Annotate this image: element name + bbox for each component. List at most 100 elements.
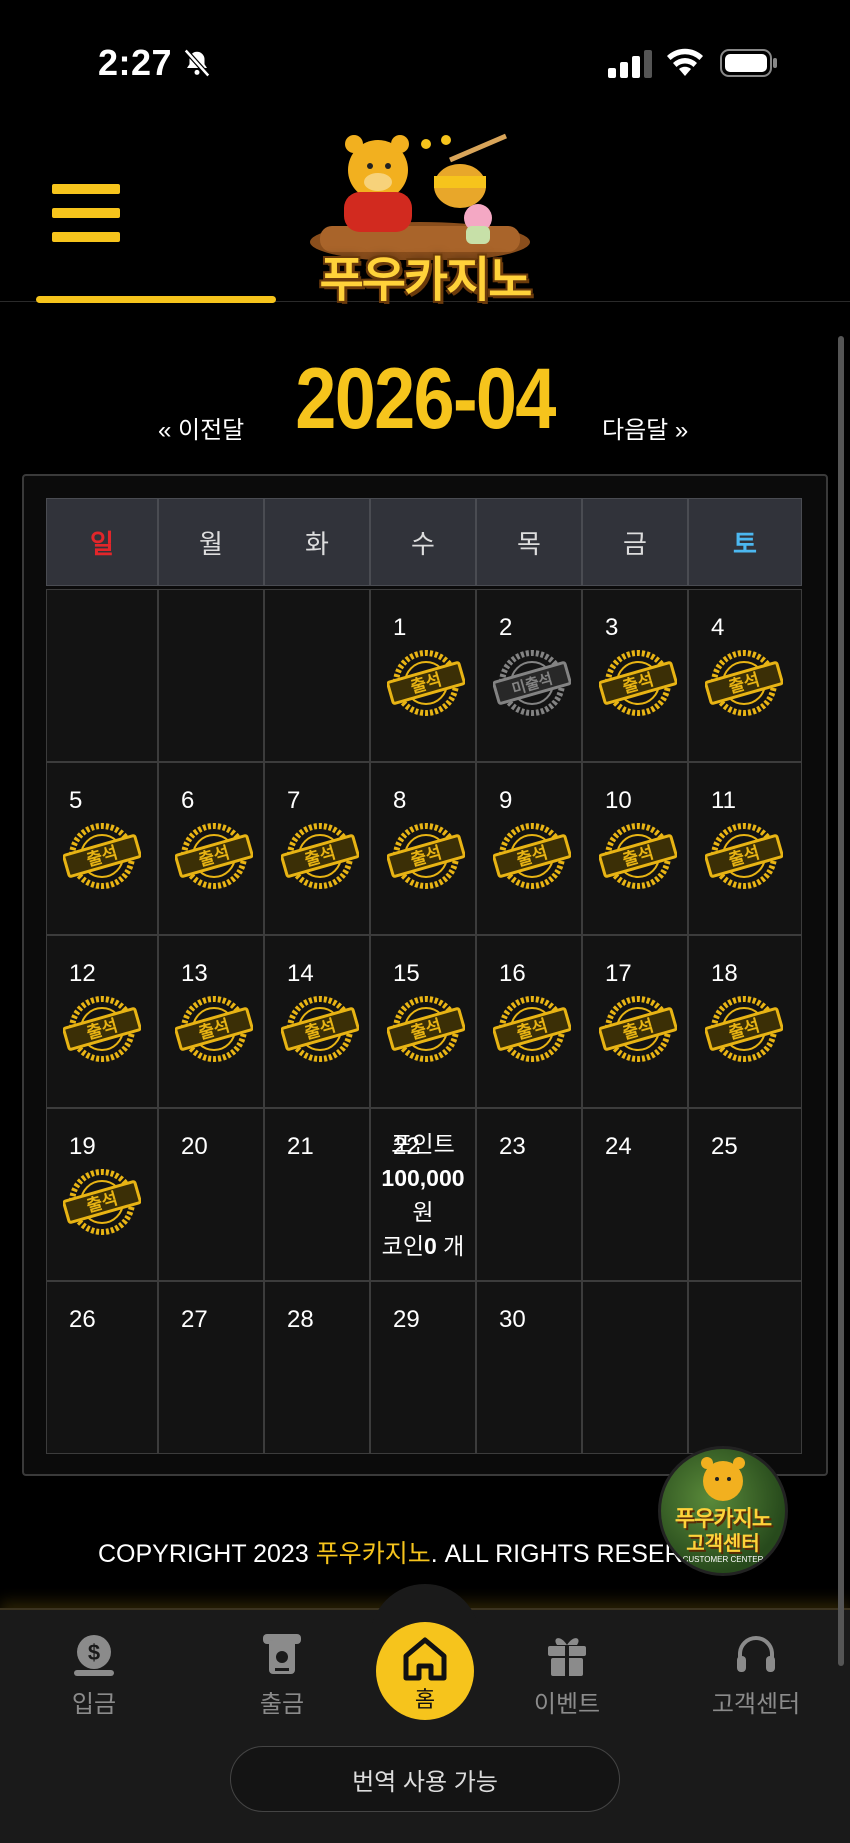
day-number: 12	[69, 960, 96, 987]
calendar-day-14[interactable]: 14 출석	[264, 935, 370, 1108]
point-label: 포인트	[391, 1131, 455, 1157]
day-number: 28	[287, 1306, 314, 1333]
copyright-brand: 푸우카지노	[315, 1540, 431, 1568]
attendance-stamp: 출석	[599, 823, 677, 889]
menu-icon[interactable]	[52, 184, 120, 242]
calendar-day-4[interactable]: 4 출석	[688, 589, 802, 762]
svg-text:$: $	[88, 1640, 100, 1665]
month-navigation: « 이전달 2026-04 다음달 »	[0, 350, 850, 450]
wifi-icon	[667, 48, 703, 76]
status-time: 2:27	[98, 42, 173, 83]
calendar-day-12[interactable]: 12 출석	[46, 935, 158, 1108]
customer-center-badge[interactable]: 푸우카지노 고객센터 CUSTOMER CENTER	[658, 1446, 788, 1576]
calendar-day-18[interactable]: 18 출석	[688, 935, 802, 1108]
day-number: 13	[181, 960, 208, 987]
calendar-day-25[interactable]: 25	[688, 1108, 802, 1281]
status-bar: 2:27	[0, 0, 850, 120]
absent-stamp: 미출석	[493, 650, 571, 716]
calendar-day-empty	[688, 1281, 802, 1454]
nav-deposit-label: 입금	[71, 1691, 117, 1718]
translate-button[interactable]: 번역 사용 가능	[230, 1746, 620, 1812]
weekday-mon: 월	[158, 498, 264, 586]
attendance-stamp: 출석	[175, 996, 253, 1062]
calendar-day-6[interactable]: 6 출석	[158, 762, 264, 935]
day-number: 5	[69, 787, 83, 814]
weekday-tue: 화	[264, 498, 370, 586]
day-number: 21	[287, 1133, 314, 1160]
coin-label: 코인	[381, 1233, 424, 1259]
site-logo[interactable]: 푸우카지노	[300, 130, 550, 307]
calendar-day-15[interactable]: 15 출석	[370, 935, 476, 1108]
calendar-day-empty	[264, 589, 370, 762]
today-reward-info: 포인트 100,000 원 코인0 개	[371, 1127, 475, 1263]
attendance-stamp: 출석	[63, 1169, 141, 1235]
nav-support-label: 고객센터	[711, 1691, 801, 1718]
nav-home[interactable]: 홈	[376, 1622, 474, 1720]
day-number: 23	[499, 1133, 526, 1160]
attendance-stamp: 출석	[493, 823, 571, 889]
day-number: 11	[711, 787, 736, 814]
calendar-day-2[interactable]: 2 미출석	[476, 589, 582, 762]
nav-event[interactable]: 이벤트	[497, 1622, 637, 1719]
cs-badge-caption: CUSTOMER CENTER	[682, 1555, 764, 1564]
nav-event-label: 이벤트	[533, 1691, 601, 1718]
calendar-day-26[interactable]: 26	[46, 1281, 158, 1454]
attendance-stamp: 출석	[63, 996, 141, 1062]
weekday-header: 일 월 화 수 목 금 토	[46, 498, 806, 586]
calendar-day-27[interactable]: 27	[158, 1281, 264, 1454]
nav-withdraw[interactable]: 출금	[212, 1622, 352, 1719]
calendar-day-empty	[158, 589, 264, 762]
day-number: 15	[393, 960, 420, 987]
day-number: 2	[499, 614, 513, 641]
day-number: 4	[711, 614, 725, 641]
calendar-day-20[interactable]: 20	[158, 1108, 264, 1281]
dollar-icon: $	[74, 1635, 114, 1676]
day-number: 6	[181, 787, 195, 814]
header: 푸우카지노	[0, 120, 850, 307]
day-number: 9	[499, 787, 513, 814]
attendance-stamp: 출석	[63, 823, 141, 889]
signal-icon	[608, 50, 652, 78]
nav-support[interactable]: 고객센터	[686, 1622, 826, 1719]
calendar-day-8[interactable]: 8 출석	[370, 762, 476, 935]
calendar-day-21[interactable]: 21	[264, 1108, 370, 1281]
atm-icon	[263, 1634, 301, 1674]
attendance-stamp: 출석	[493, 996, 571, 1062]
calendar-day-23[interactable]: 23	[476, 1108, 582, 1281]
attendance-stamp: 출석	[705, 650, 783, 716]
scrollbar[interactable]	[838, 336, 844, 1666]
nav-deposit[interactable]: $ 입금	[24, 1622, 164, 1719]
next-month-link[interactable]: 다음달 »	[602, 410, 688, 445]
calendar-day-19[interactable]: 19 출석	[46, 1108, 158, 1281]
calendar-day-24[interactable]: 24	[582, 1108, 688, 1281]
attendance-stamp: 출석	[281, 823, 359, 889]
calendar-day-22[interactable]: 22 포인트 100,000 원 코인0 개	[370, 1108, 476, 1281]
calendar-day-5[interactable]: 5 출석	[46, 762, 158, 935]
calendar-day-1[interactable]: 1 출석	[370, 589, 476, 762]
weekday-sat: 토	[688, 498, 802, 586]
cs-badge-subtitle: 고객센터	[686, 1533, 760, 1555]
calendar-day-7[interactable]: 7 출석	[264, 762, 370, 935]
calendar-day-empty	[582, 1281, 688, 1454]
calendar-day-10[interactable]: 10 출석	[582, 762, 688, 935]
calendar-day-30[interactable]: 30	[476, 1281, 582, 1454]
battery-icon	[720, 49, 777, 77]
calendar-day-9[interactable]: 9 출석	[476, 762, 582, 935]
bottom-navigation: $ 입금 출금 홈 이벤트 고객센터 번역 사용 가능	[0, 1584, 850, 1843]
bell-slash-icon	[183, 48, 211, 78]
logo-text: 푸우카지노	[319, 254, 533, 307]
calendar-day-13[interactable]: 13 출석	[158, 935, 264, 1108]
calendar-day-29[interactable]: 29	[370, 1281, 476, 1454]
attendance-stamp: 출석	[387, 996, 465, 1062]
calendar-day-3[interactable]: 3 출석	[582, 589, 688, 762]
calendar-day-17[interactable]: 17 출석	[582, 935, 688, 1108]
calendar-day-16[interactable]: 16 출석	[476, 935, 582, 1108]
day-number: 26	[69, 1306, 96, 1333]
attendance-stamp: 출석	[705, 996, 783, 1062]
day-number: 24	[605, 1133, 632, 1160]
calendar-grid: 1 출석 2 미출석 3 출석 4 출석 5 출석 6 출석 7 출석 8 출석 9 출석 10 출석 11 출석 12 출석…	[46, 589, 806, 1454]
prev-month-link[interactable]: « 이전달	[158, 410, 244, 445]
calendar-day-28[interactable]: 28	[264, 1281, 370, 1454]
calendar-day-11[interactable]: 11 출석	[688, 762, 802, 935]
coin-value: 0	[423, 1233, 437, 1259]
